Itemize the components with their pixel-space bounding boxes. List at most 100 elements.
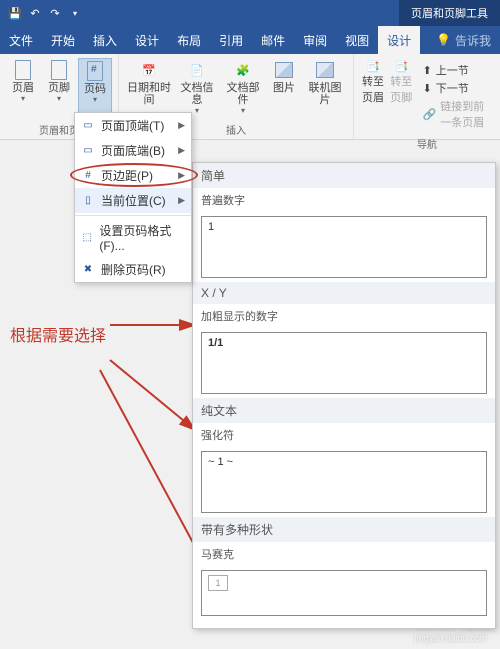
tab-references[interactable]: 引用 [210, 26, 252, 54]
chevron-down-icon: ▾ [57, 94, 61, 103]
gallery-item-accent[interactable]: 强化符 [193, 423, 495, 447]
gallery-item-plain-number[interactable]: 普遍数字 [193, 188, 495, 212]
page-number-icon [85, 61, 105, 81]
gallery-item-mosaic[interactable]: 马赛克 [193, 542, 495, 566]
goto-footer-icon: 📑 [395, 60, 409, 73]
prev-section-button[interactable]: ⬆上一节 [423, 62, 488, 78]
gallery-preview-plain[interactable]: 1 [201, 216, 487, 278]
doc-parts-button[interactable]: 🧩 文档部件 ▾ [221, 58, 265, 120]
gallery-preview-accent[interactable]: ~ 1 ~ [201, 451, 487, 513]
page-number-label: 页码 [84, 83, 106, 95]
tell-me[interactable]: 💡 告诉我 [427, 26, 500, 54]
next-section-button[interactable]: ⬇ 下一节 [423, 80, 488, 96]
doc-parts-label: 文档部件 [223, 82, 263, 106]
goto-footer-button[interactable]: 📑 转至页脚 [388, 58, 414, 134]
tab-mail[interactable]: 邮件 [252, 26, 294, 54]
chevron-right-icon: ▶ [178, 170, 185, 181]
dd-top-of-page[interactable]: ▭ 页面顶端(T) ▶ [75, 113, 191, 138]
chevron-down-icon: ▾ [93, 95, 97, 104]
chevron-down-icon: ▾ [21, 94, 25, 103]
link-icon: 🔗 [423, 108, 437, 121]
next-icon: ⬇ [423, 82, 432, 95]
lightbulb-icon: 💡 [436, 33, 451, 47]
redo-icon[interactable]: ↷ [48, 6, 62, 20]
dd-current-label: 当前位置(C) [101, 192, 166, 209]
goto-header-label: 转至页眉 [362, 73, 384, 105]
calendar-icon: 📅 [139, 60, 159, 80]
chevron-down-icon: ▾ [241, 106, 245, 115]
tab-layout[interactable]: 布局 [168, 26, 210, 54]
link-previous-button[interactable]: 🔗链接到前一条页眉 [423, 98, 488, 130]
title-bar: 💾 ↶ ↷ ▾ 页眉和页脚工具 [0, 0, 500, 26]
dd-format-label: 设置页码格式(F)... [99, 222, 185, 253]
gallery-item-bold-number[interactable]: 加粗显示的数字 [193, 304, 495, 328]
dd-margin-label: 页边距(P) [101, 167, 153, 184]
ribbon-tabs: 文件 开始 插入 设计 布局 引用 邮件 审阅 视图 设计 💡 告诉我 [0, 26, 500, 54]
tab-review[interactable]: 审阅 [294, 26, 336, 54]
chevron-right-icon: ▶ [178, 195, 185, 206]
tab-home[interactable]: 开始 [42, 26, 84, 54]
doc-info-button[interactable]: 📄 文档信息 ▾ [175, 58, 219, 120]
undo-icon[interactable]: ↶ [28, 6, 42, 20]
annotation-text: 根据需要选择 [10, 322, 106, 346]
save-icon[interactable]: 💾 [8, 6, 22, 20]
gallery-preview-bold[interactable]: 1/1 [201, 332, 487, 394]
qat-dropdown-icon[interactable]: ▾ [68, 6, 82, 20]
dd-bottom-of-page[interactable]: ▭ 页面底端(B) ▶ [75, 138, 191, 163]
page-number-button[interactable]: 页码 ▾ [78, 58, 112, 120]
dd-page-margins[interactable]: # 页边距(P) ▶ [75, 163, 191, 188]
tab-view[interactable]: 视图 [336, 26, 378, 54]
next-section-label: 下一节 [436, 80, 469, 96]
page-margin-icon: # [81, 169, 95, 183]
header-icon [13, 60, 33, 80]
chevron-right-icon: ▶ [178, 120, 185, 131]
gallery-section-plaintext: 纯文本 [193, 398, 495, 423]
picture-button[interactable]: 图片 [267, 58, 301, 120]
page-number-dropdown: ▭ 页面顶端(T) ▶ ▭ 页面底端(B) ▶ # 页边距(P) ▶ ▯ 当前位… [74, 112, 192, 283]
date-time-label: 日期和时间 [127, 82, 171, 106]
tell-me-label: 告诉我 [455, 32, 491, 49]
preview-text: 1/1 [208, 337, 223, 349]
gallery-preview-mosaic[interactable]: 1 [201, 570, 487, 616]
tab-hf-design[interactable]: 设计 [378, 26, 420, 54]
gallery-section-simple: 简单 [193, 163, 495, 188]
picture-icon [274, 60, 294, 80]
tab-file[interactable]: 文件 [0, 26, 42, 54]
online-picture-button[interactable]: 联机图片 [303, 58, 347, 120]
remove-icon: ✖ [81, 263, 95, 277]
goto-header-button[interactable]: 📑 转至页眉 [360, 58, 386, 134]
header-label: 页眉 [12, 82, 34, 94]
online-picture-icon [315, 60, 335, 80]
page-current-icon: ▯ [81, 194, 95, 208]
page-number-gallery: 简单 普遍数字 1 X / Y 加粗显示的数字 1/1 纯文本 强化符 ~ 1 … [192, 162, 496, 629]
mosaic-shape-icon: 1 [208, 575, 228, 591]
tab-design[interactable]: 设计 [126, 26, 168, 54]
tab-insert[interactable]: 插入 [84, 26, 126, 54]
doc-parts-icon: 🧩 [233, 60, 253, 80]
header-button[interactable]: 页眉 ▾ [6, 58, 40, 120]
format-icon: ⬚ [81, 231, 93, 245]
footer-button[interactable]: 页脚 ▾ [42, 58, 76, 120]
goto-header-icon: 📑 [366, 60, 380, 73]
doc-info-label: 文档信息 [177, 82, 217, 106]
nav-links: ⬆上一节 ⬇ 下一节 🔗链接到前一条页眉 [417, 58, 494, 134]
footer-label: 页脚 [48, 82, 70, 94]
dd-remove-page-numbers[interactable]: ✖ 删除页码(R) [75, 257, 191, 282]
chevron-right-icon: ▶ [178, 145, 185, 156]
prev-icon: ⬆ [423, 64, 432, 77]
group-label-nav: 导航 [360, 136, 494, 151]
dd-format-page-numbers[interactable]: ⬚ 设置页码格式(F)... [75, 218, 191, 257]
watermark-url: jingyan.baidu.com [415, 633, 492, 643]
dd-current-position[interactable]: ▯ 当前位置(C) ▶ [75, 188, 191, 213]
quick-access-toolbar: 💾 ↶ ↷ ▾ [0, 6, 90, 20]
page-bottom-icon: ▭ [81, 144, 95, 158]
page-top-icon: ▭ [81, 119, 95, 133]
ribbon-group-nav: 📑 转至页眉 📑 转至页脚 ⬆上一节 ⬇下一节 🔗链接到前一条页眉 导航 [354, 54, 500, 139]
date-time-button[interactable]: 📅 日期和时间 [125, 58, 173, 120]
link-previous-label: 链接到前一条页眉 [440, 98, 488, 130]
doc-info-icon: 📄 [187, 60, 207, 80]
footer-icon [49, 60, 69, 80]
dd-remove-label: 删除页码(R) [101, 261, 166, 278]
dd-bottom-label: 页面底端(B) [101, 142, 165, 159]
preview-text: 1 [208, 221, 214, 233]
